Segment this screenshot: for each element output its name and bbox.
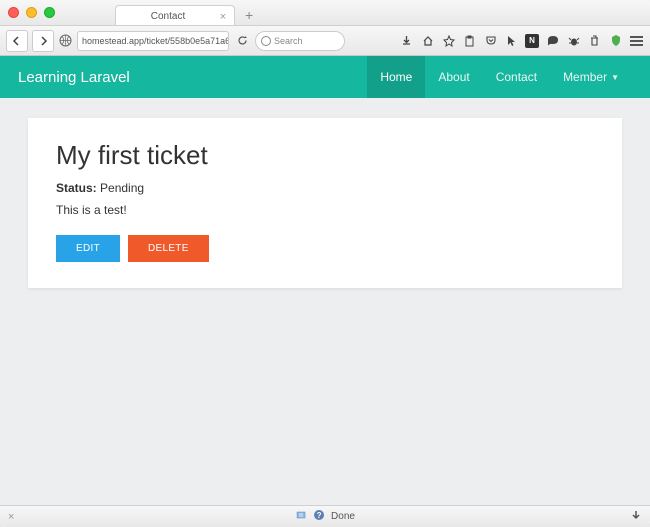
toolbar: homestead.app/ticket/558b0e5a71a6b Searc… — [0, 26, 650, 56]
nav-links: Home About Contact Member ▼ — [367, 56, 632, 98]
search-placeholder: Search — [274, 36, 303, 46]
back-button[interactable] — [6, 30, 28, 52]
ticket-body: This is a test! — [56, 203, 594, 217]
forward-button[interactable] — [32, 30, 54, 52]
nav-link-contact[interactable]: Contact — [483, 56, 550, 98]
nav-link-home[interactable]: Home — [367, 56, 425, 98]
pocket-icon[interactable] — [483, 33, 498, 48]
tab-strip: Contact × + — [115, 0, 257, 25]
menu-button[interactable] — [629, 33, 644, 48]
extension-badge-n[interactable]: N — [525, 34, 539, 48]
arrow-right-icon — [38, 36, 48, 46]
content-container: My first ticket Status: Pending This is … — [0, 98, 650, 308]
browser-window: Contact × + homestead.app/ticket/558b0e5… — [0, 0, 650, 527]
url-bar[interactable]: homestead.app/ticket/558b0e5a71a6b — [77, 31, 229, 51]
search-input[interactable]: Search — [255, 31, 345, 51]
bug-icon[interactable] — [566, 33, 581, 48]
window-minimize-button[interactable] — [26, 7, 37, 18]
chevron-down-icon: ▼ — [611, 73, 619, 82]
status-label: Status: — [56, 181, 97, 195]
home-icon[interactable] — [420, 33, 435, 48]
trash-icon[interactable] — [587, 33, 602, 48]
reload-button[interactable] — [233, 32, 251, 50]
nav-link-member[interactable]: Member ▼ — [550, 56, 632, 98]
nav-link-about[interactable]: About — [425, 56, 482, 98]
help-icon[interactable]: ? — [313, 509, 325, 524]
download-arrow-icon[interactable] — [630, 509, 642, 524]
delete-button[interactable]: DELETE — [128, 235, 209, 262]
brand-label[interactable]: Learning Laravel — [18, 69, 130, 86]
hamburger-icon — [630, 36, 643, 46]
cursor-icon[interactable] — [504, 33, 519, 48]
download-icon[interactable] — [399, 33, 414, 48]
ticket-title: My first ticket — [56, 140, 594, 171]
browser-tab[interactable]: Contact × — [115, 5, 235, 25]
tab-title: Contact — [151, 11, 185, 22]
star-icon[interactable] — [441, 33, 456, 48]
status-line: Status: Pending — [56, 181, 594, 195]
shield-icon[interactable] — [608, 33, 623, 48]
window-maximize-button[interactable] — [44, 7, 55, 18]
button-row: EDIT DELETE — [56, 235, 594, 262]
status-close-icon[interactable]: × — [8, 511, 14, 523]
reload-icon — [237, 35, 248, 46]
svg-text:?: ? — [317, 511, 322, 520]
url-text: homestead.app/ticket/558b0e5a71a6b — [82, 36, 229, 46]
window-controls — [8, 7, 55, 18]
title-bar: Contact × + — [0, 0, 650, 26]
toolbar-extensions: N — [399, 33, 644, 48]
viewport: Learning Laravel Home About Contact Memb… — [0, 56, 650, 505]
status-text: Done — [331, 511, 355, 522]
edit-button[interactable]: EDIT — [56, 235, 120, 262]
window-close-button[interactable] — [8, 7, 19, 18]
arrow-left-icon — [12, 36, 22, 46]
status-center: ? Done — [295, 509, 355, 524]
new-tab-button[interactable]: + — [241, 5, 257, 25]
firebug-icon[interactable] — [295, 509, 307, 524]
globe-icon[interactable] — [58, 33, 73, 48]
chat-icon[interactable] — [545, 33, 560, 48]
status-value: Pending — [100, 181, 144, 195]
app-navbar: Learning Laravel Home About Contact Memb… — [0, 56, 650, 98]
clipboard-icon[interactable] — [462, 33, 477, 48]
status-bar: × ? Done — [0, 505, 650, 527]
tab-close-icon[interactable]: × — [218, 12, 228, 22]
ticket-card: My first ticket Status: Pending This is … — [28, 118, 622, 288]
